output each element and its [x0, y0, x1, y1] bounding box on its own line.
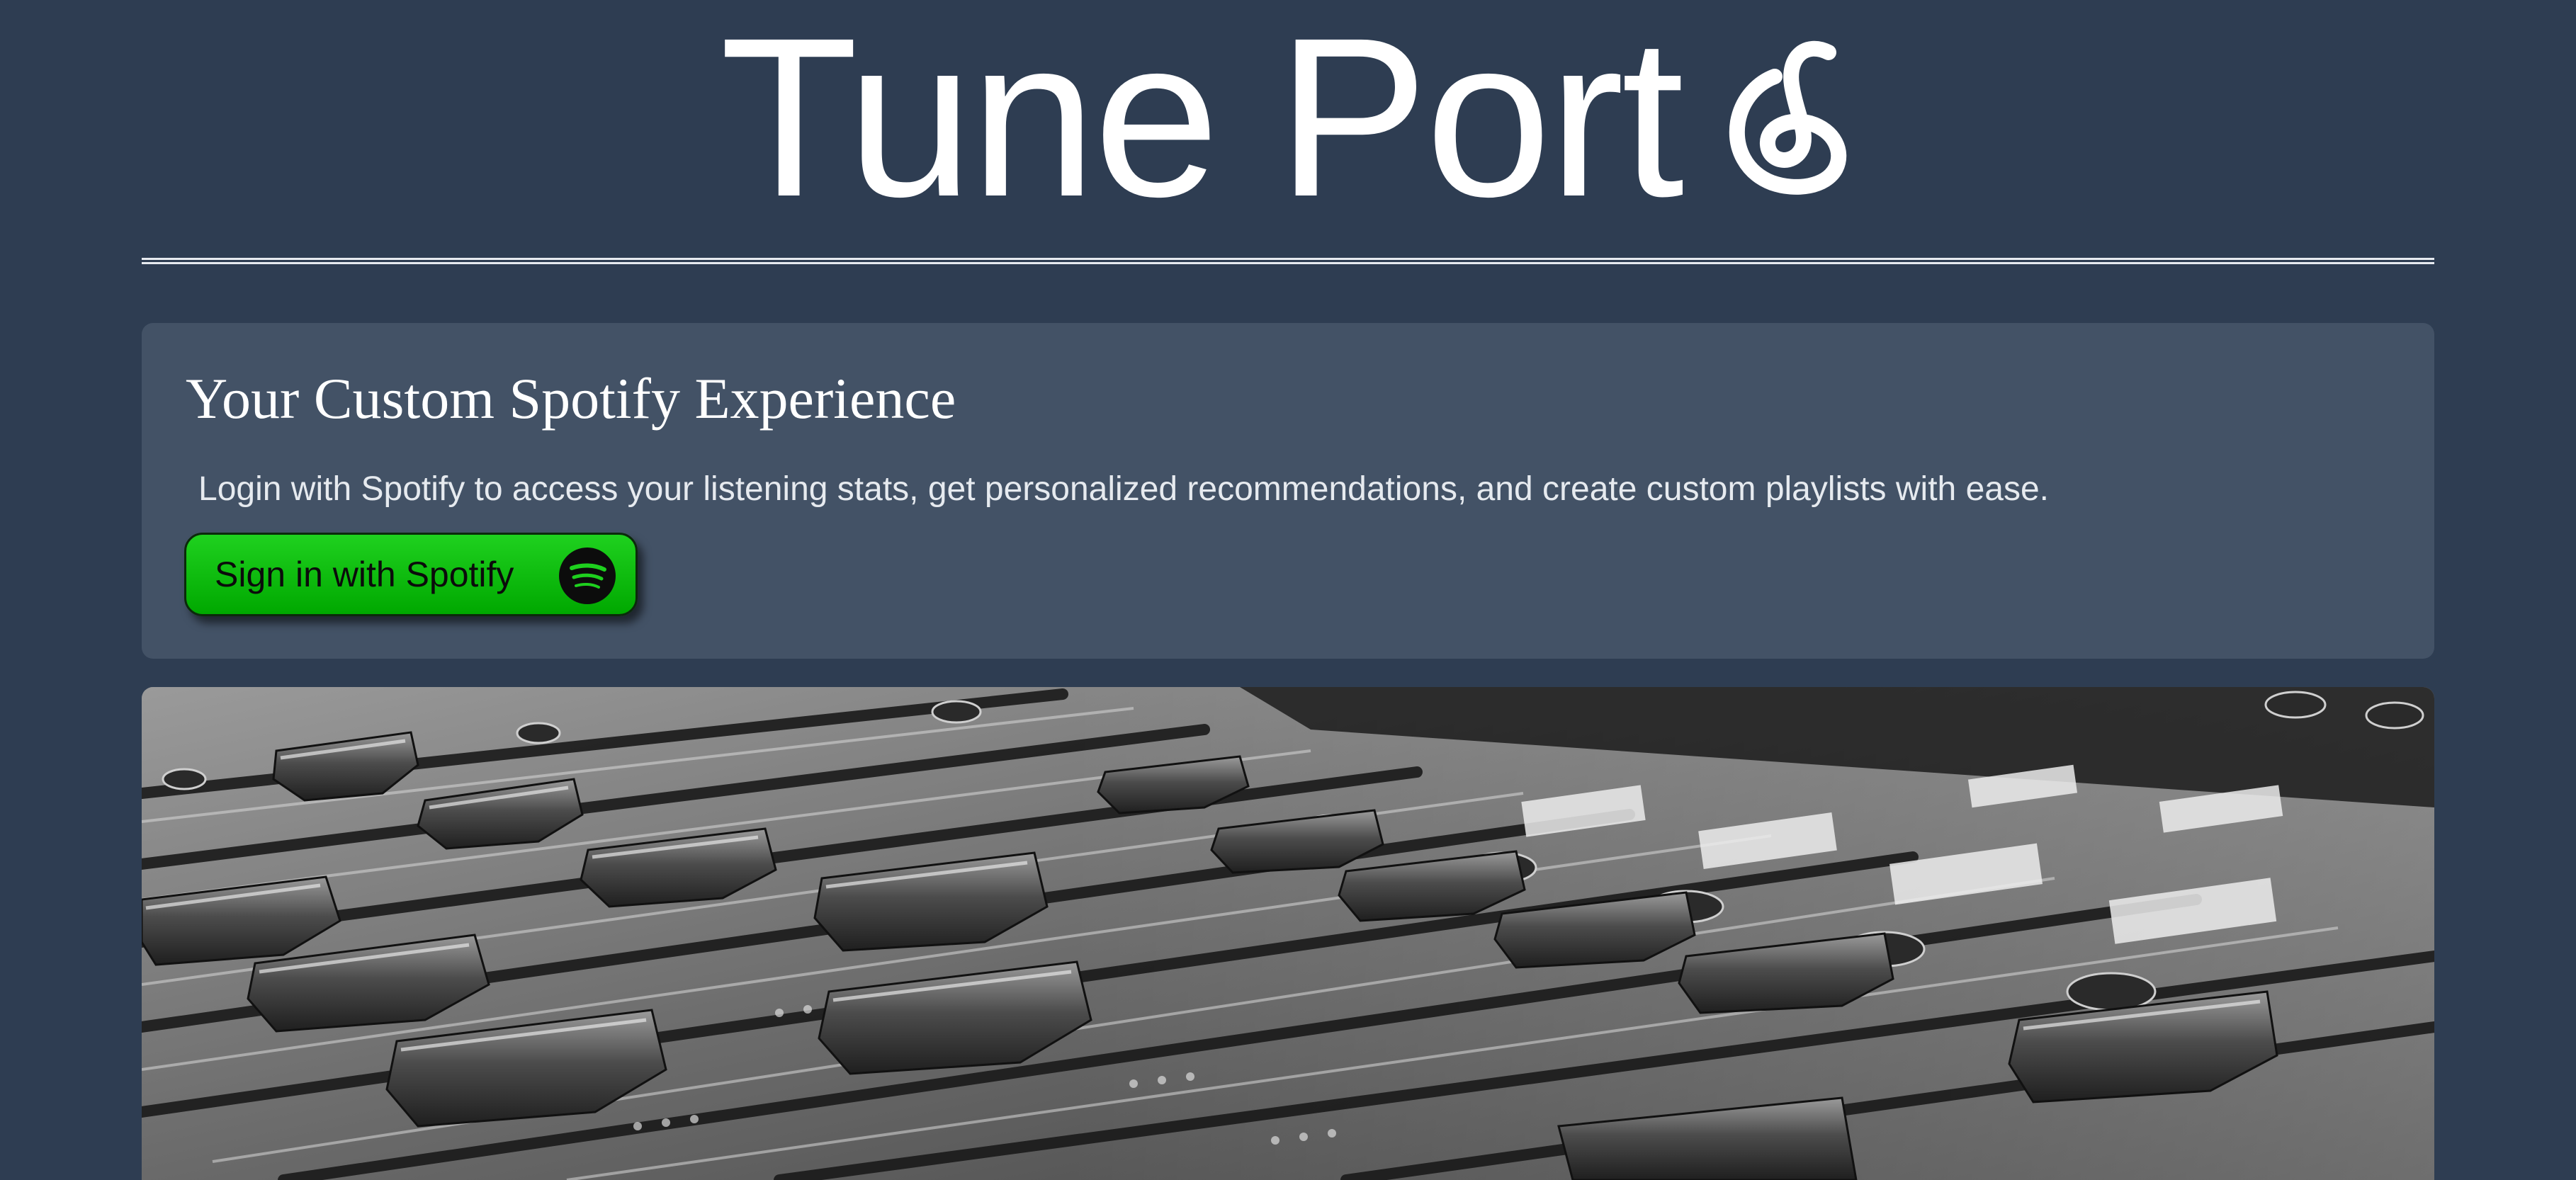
intro-description: Login with Spotify to access your listen… — [198, 470, 2049, 508]
intro-heading: Your Custom Spotify Experience — [186, 366, 956, 431]
intro-card: Your Custom Spotify Experience Login wit… — [142, 323, 2434, 659]
mixing-console-illustration — [142, 687, 2434, 1180]
music-note-loop-icon — [1729, 40, 1847, 195]
site-title: Tune Port — [720, 0, 1684, 244]
sign-in-button-label: Sign in with Spotify — [215, 555, 514, 594]
site-header: Tune Port — [0, 0, 2576, 264]
brand: Tune Port — [720, 4, 1864, 230]
header-divider — [142, 258, 2434, 264]
spotify-icon — [559, 548, 616, 604]
page: Tune Port Your Custom Spotify Experience… — [0, 0, 2576, 1180]
sign-in-with-spotify-button[interactable]: Sign in with Spotify — [184, 533, 638, 616]
hero-image — [142, 687, 2434, 1180]
